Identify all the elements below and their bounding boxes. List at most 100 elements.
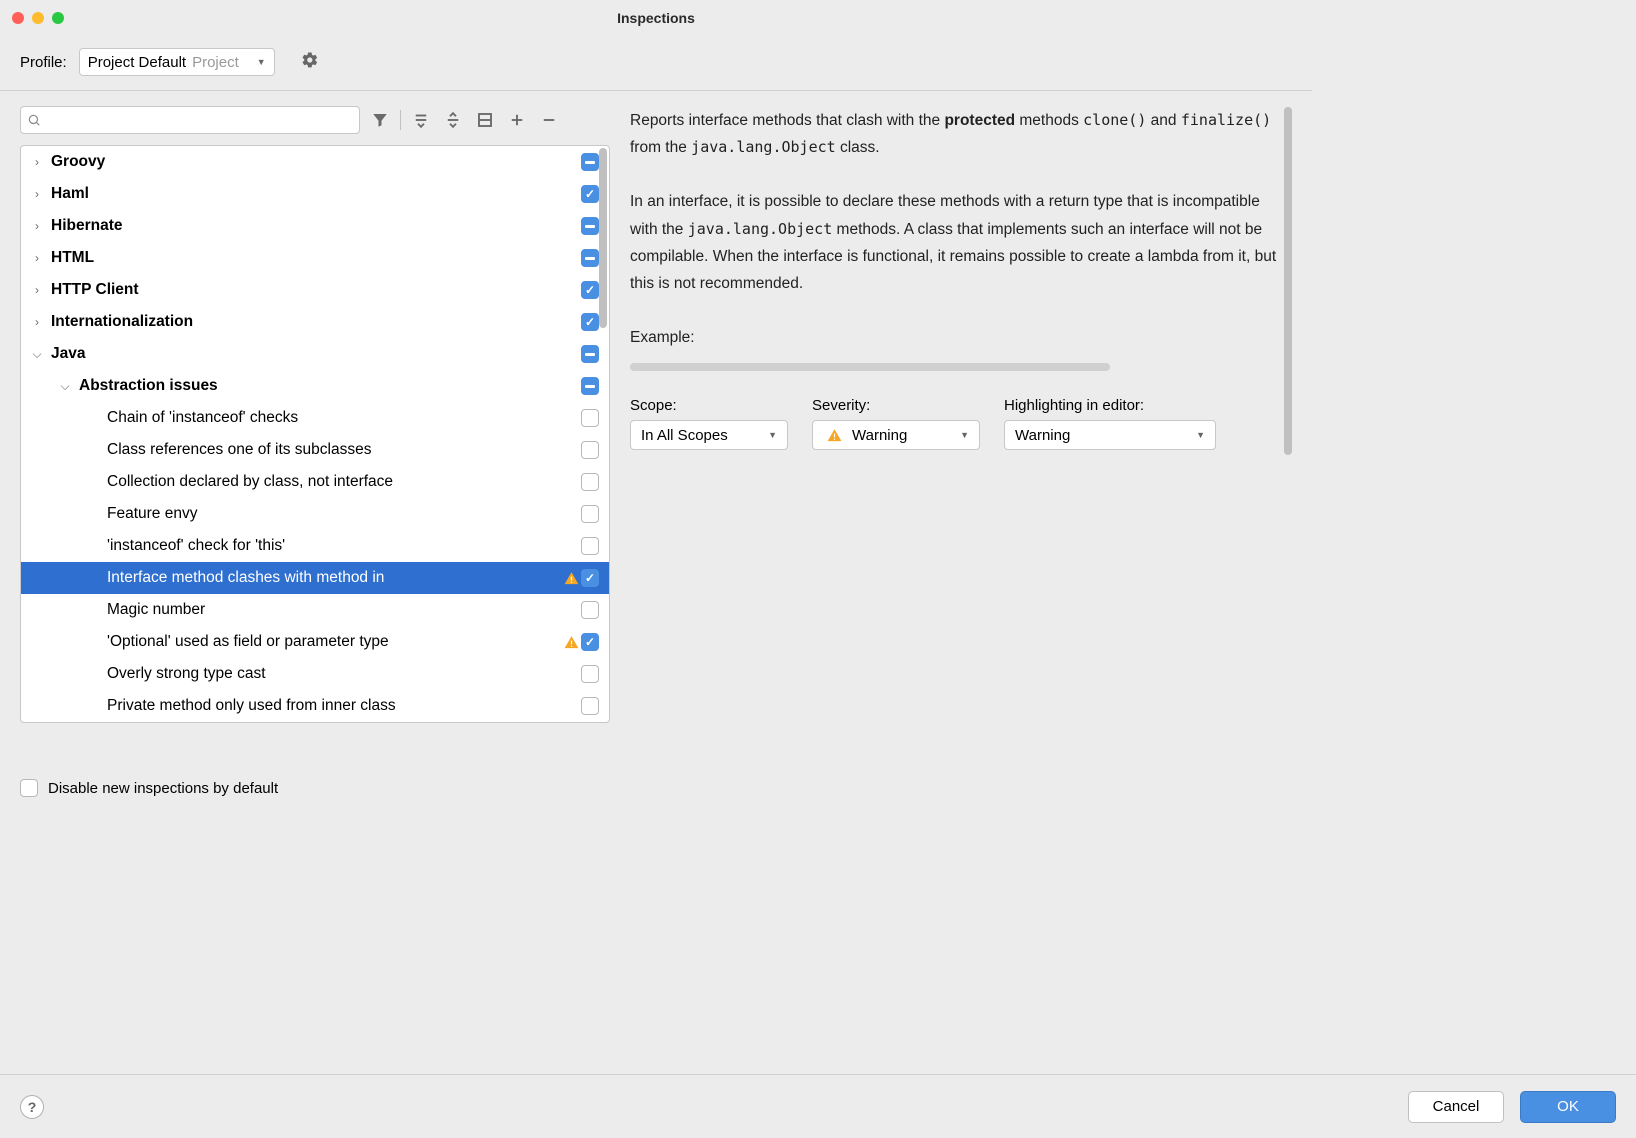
right-scrollbar[interactable] — [1284, 107, 1292, 455]
severity-label: Severity: — [812, 397, 980, 414]
tree-label: Interface method clashes with method in — [107, 569, 560, 587]
inspection-checkbox[interactable] — [581, 537, 599, 555]
reset-icon[interactable] — [473, 108, 497, 132]
inspection-checkbox[interactable] — [581, 249, 599, 267]
warning-icon — [827, 428, 842, 443]
chevron-right-icon[interactable]: › — [29, 219, 45, 233]
scope-label: Scope: — [630, 397, 788, 414]
expand-all-icon[interactable] — [409, 108, 433, 132]
inspection-checkbox[interactable] — [581, 217, 599, 235]
tree-label: Haml — [51, 185, 579, 203]
gear-icon[interactable] — [301, 51, 319, 74]
tree-label: 'instanceof' check for 'this' — [107, 537, 579, 555]
tree-label: Hibernate — [51, 217, 579, 235]
inspection-checkbox[interactable] — [581, 313, 599, 331]
tree-label: Groovy — [51, 153, 579, 171]
disable-new-label: Disable new inspections by default — [48, 780, 278, 797]
remove-icon[interactable] — [537, 108, 561, 132]
highlighting-dropdown[interactable]: Warning ▼ — [1004, 420, 1216, 450]
tree-label: Private method only used from inner clas… — [107, 697, 579, 715]
inspection-checkbox[interactable] — [581, 569, 599, 587]
tree-row[interactable]: 'Optional' used as field or parameter ty… — [21, 626, 609, 658]
inspection-description: Reports interface methods that clash wit… — [630, 107, 1280, 371]
inspection-checkbox[interactable] — [581, 601, 599, 619]
tree-row[interactable]: Collection declared by class, not interf… — [21, 466, 609, 498]
warning-icon — [564, 635, 579, 650]
chevron-right-icon[interactable]: › — [29, 155, 45, 169]
tree-row[interactable]: Chain of 'instanceof' checks — [21, 402, 609, 434]
inspection-checkbox[interactable] — [581, 441, 599, 459]
tree-row[interactable]: 'instanceof' check for 'this' — [21, 530, 609, 562]
inspection-checkbox[interactable] — [581, 345, 599, 363]
chevron-right-icon[interactable]: › — [29, 315, 45, 329]
chevron-right-icon[interactable]: › — [29, 187, 45, 201]
inspection-checkbox[interactable] — [581, 473, 599, 491]
search-icon — [27, 113, 41, 127]
inspection-checkbox[interactable] — [581, 377, 599, 395]
tree-label: Feature envy — [107, 505, 579, 523]
chevron-down-icon[interactable]: ⌵ — [29, 347, 45, 362]
tree-row[interactable]: Private method only used from inner clas… — [21, 690, 609, 722]
disable-new-checkbox[interactable] — [20, 779, 38, 797]
inspection-checkbox[interactable] — [581, 409, 599, 427]
scope-dropdown[interactable]: In All Scopes ▼ — [630, 420, 788, 450]
tree-label: HTTP Client — [51, 281, 579, 299]
chevron-right-icon[interactable]: › — [29, 283, 45, 297]
tree-row[interactable]: Overly strong type cast — [21, 658, 609, 690]
tree-row[interactable]: ⌵ Abstraction issues — [21, 370, 609, 402]
right-pane: Reports interface methods that clash wit… — [630, 103, 1292, 763]
tree-row[interactable]: › Hibernate — [21, 210, 609, 242]
chevron-down-icon[interactable]: ⌵ — [57, 379, 73, 394]
scope-control: Scope: In All Scopes ▼ — [630, 397, 788, 450]
highlighting-control: Highlighting in editor: Warning ▼ — [1004, 397, 1216, 450]
severity-control: Severity: Warning ▼ — [812, 397, 980, 450]
tree-row[interactable]: Feature envy — [21, 498, 609, 530]
help-button[interactable]: ? — [20, 1095, 44, 1119]
search-input[interactable] — [45, 113, 353, 128]
tree-row[interactable]: › Haml — [21, 178, 609, 210]
inspection-checkbox[interactable] — [581, 505, 599, 523]
chevron-down-icon: ▼ — [257, 57, 266, 67]
ok-button[interactable]: OK — [1520, 1091, 1616, 1123]
tree-row[interactable]: Class references one of its subclasses — [21, 434, 609, 466]
tree-label: Java — [51, 345, 579, 363]
tree-label: Internationalization — [51, 313, 579, 331]
inspection-checkbox[interactable] — [581, 153, 599, 171]
tree-row[interactable]: › Groovy — [21, 146, 609, 178]
footer: ? Cancel OK — [0, 1074, 1636, 1138]
tree-scrollbar[interactable] — [599, 148, 607, 328]
window-title: Inspections — [0, 10, 1312, 26]
add-icon[interactable] — [505, 108, 529, 132]
tree-row[interactable]: Interface method clashes with method in — [21, 562, 609, 594]
search-box[interactable] — [20, 106, 360, 134]
tree-label: Abstraction issues — [79, 377, 579, 395]
inspection-checkbox[interactable] — [581, 697, 599, 715]
inspection-checkbox[interactable] — [581, 281, 599, 299]
chevron-down-icon: ▼ — [768, 430, 777, 440]
tree-label: Chain of 'instanceof' checks — [107, 409, 579, 427]
tree-row[interactable]: › HTTP Client — [21, 274, 609, 306]
collapse-all-icon[interactable] — [441, 108, 465, 132]
description-scrollbar[interactable] — [630, 363, 1110, 371]
inspection-checkbox[interactable] — [581, 185, 599, 203]
severity-dropdown[interactable]: Warning ▼ — [812, 420, 980, 450]
inspection-checkbox[interactable] — [581, 633, 599, 651]
profile-label: Profile: — [20, 54, 67, 71]
titlebar: Inspections — [0, 0, 1312, 36]
tree-label: Collection declared by class, not interf… — [107, 473, 579, 491]
highlighting-label: Highlighting in editor: — [1004, 397, 1216, 414]
example-label: Example: — [630, 324, 1280, 351]
tree-row[interactable]: ›HTML — [21, 242, 609, 274]
cancel-button[interactable]: Cancel — [1408, 1091, 1504, 1123]
main-content: ›Groovy›Haml›Hibernate›HTML›HTTP Client›… — [0, 91, 1312, 763]
filter-icon[interactable] — [368, 108, 392, 132]
chevron-right-icon[interactable]: › — [29, 251, 45, 265]
inspection-checkbox[interactable] — [581, 665, 599, 683]
profile-dropdown[interactable]: Project Default Project ▼ — [79, 48, 275, 76]
warning-icon — [564, 571, 579, 586]
disable-new-row: Disable new inspections by default — [0, 763, 1312, 813]
profile-row: Profile: Project Default Project ▼ — [0, 36, 1312, 91]
tree-row[interactable]: Magic number — [21, 594, 609, 626]
tree-row[interactable]: ⌵ Java — [21, 338, 609, 370]
tree-row[interactable]: › Internationalization — [21, 306, 609, 338]
